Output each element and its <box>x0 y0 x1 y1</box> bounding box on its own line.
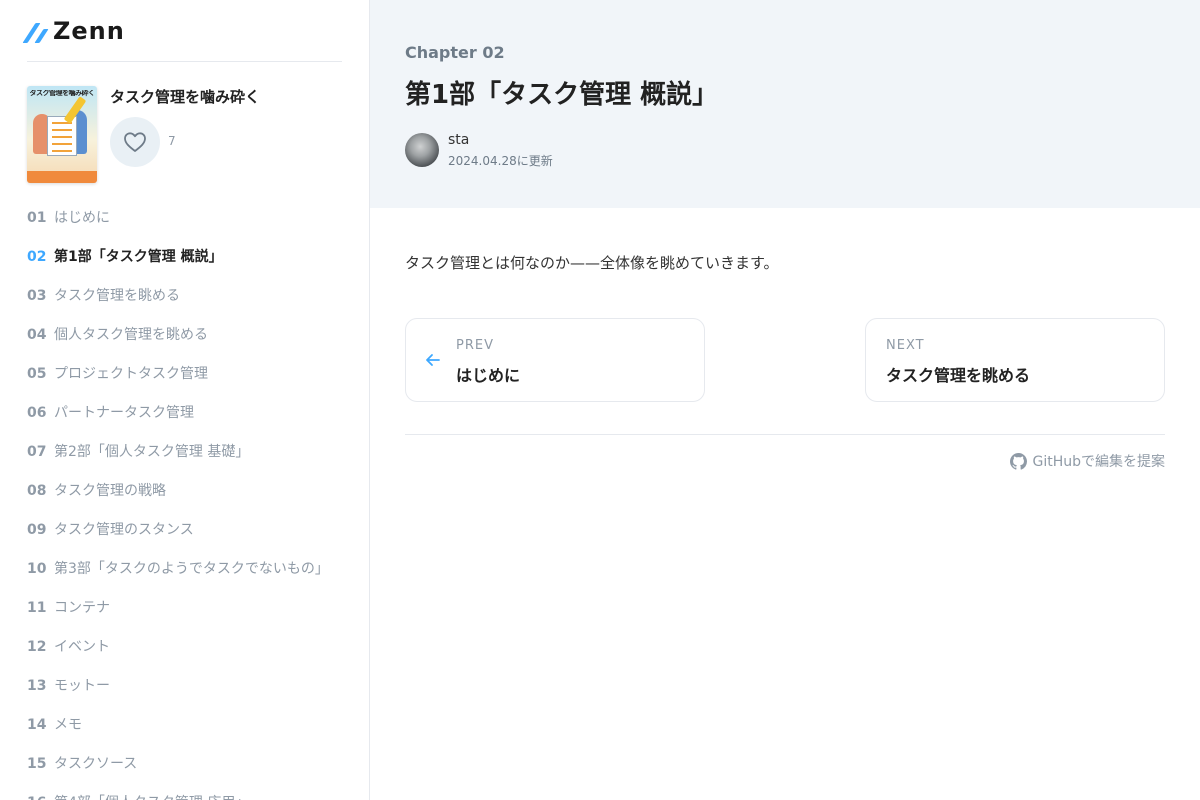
toc-item[interactable]: 11 コンテナ <box>27 589 357 628</box>
toc-item[interactable]: 14 メモ <box>27 706 357 745</box>
chapter-body: タスク管理とは何なのか——全体像を眺めていきます。 <box>405 254 779 272</box>
book-cover[interactable]: タスク管理を噛み砕く <box>27 86 97 183</box>
main-content: Chapter 02 第1部「タスク管理 概説」 sta 2024.04.28に… <box>370 0 1200 800</box>
toc-item-number: 15 <box>27 756 47 772</box>
github-edit-label: GitHubで編集を提案 <box>1032 454 1165 470</box>
zenn-logo[interactable]: Zenn <box>22 17 125 45</box>
toc-item[interactable]: 12 イベント <box>27 628 357 667</box>
next-chapter-link[interactable]: NEXT タスク管理を眺める <box>865 318 1165 402</box>
toc-item-number: 13 <box>27 678 47 694</box>
github-edit-link[interactable]: GitHubで編集を提案 <box>1010 451 1165 471</box>
toc-item-number: 04 <box>27 327 47 343</box>
toc-item-number: 05 <box>27 366 47 382</box>
toc-item-title: 第3部「タスクのようでタスクでないもの」 <box>54 561 329 577</box>
like-count: 7 <box>168 134 176 148</box>
book-cover-title: タスク管理を噛み砕く <box>29 90 96 97</box>
toc-item-number: 02 <box>27 249 47 265</box>
next-title: タスク管理を眺める <box>886 366 1031 385</box>
toc-item-number: 03 <box>27 288 47 304</box>
toc-item[interactable]: 10 第3部「タスクのようでタスクでないもの」 <box>27 550 357 589</box>
toc-item-number: 09 <box>27 522 47 538</box>
author-name[interactable]: sta <box>448 132 469 148</box>
toc-item[interactable]: 02 第1部「タスク管理 概説」 <box>27 238 357 277</box>
toc-item-title: 第4部「個人タスク管理 応用」 <box>54 784 249 800</box>
sidebar-divider <box>27 61 342 62</box>
toc-item-title: タスク管理を眺める <box>54 288 180 304</box>
chapter-number: Chapter 02 <box>405 43 505 62</box>
prev-chapter-link[interactable]: PREV はじめに <box>405 318 705 402</box>
toc-item-number: 16 <box>27 784 54 800</box>
toc-item-number: 08 <box>27 483 47 499</box>
zenn-logo-icon <box>22 21 49 43</box>
like-button[interactable] <box>110 117 160 167</box>
toc-item-title: タスク管理の戦略 <box>54 483 166 499</box>
chapter-header: Chapter 02 第1部「タスク管理 概説」 sta 2024.04.28に… <box>370 0 1200 208</box>
prev-title: はじめに <box>456 366 521 385</box>
toc-item-number: 06 <box>27 405 47 421</box>
table-of-contents: 01 はじめに 02 第1部「タスク管理 概説」 03 タスク管理を眺める 04 個人タスク管… <box>27 199 357 800</box>
toc-item-number: 14 <box>27 717 47 733</box>
toc-item-title: プロジェクトタスク管理 <box>54 366 208 382</box>
prev-label: PREV <box>456 338 494 353</box>
updated-date: 2024.04.28に更新 <box>448 154 553 168</box>
toc-item[interactable]: 03 タスク管理を眺める <box>27 277 357 316</box>
toc-item-number: 12 <box>27 639 47 655</box>
chapter-title: 第1部「タスク管理 概説」 <box>405 80 719 110</box>
toc-item[interactable]: 15 タスクソース <box>27 745 357 784</box>
book-info: タスク管理を噛み砕く タスク管理を噛み砕く 7 <box>27 86 342 184</box>
toc-item-title: イベント <box>54 639 110 655</box>
toc-item[interactable]: 16第4部「個人タスク管理 応用」 <box>27 784 357 800</box>
book-title[interactable]: タスク管理を噛み砕く <box>110 86 260 107</box>
toc-item-title: タスク管理のスタンス <box>54 522 194 538</box>
next-label: NEXT <box>886 338 925 353</box>
sidebar: Zenn タスク管理を噛み砕く タスク管理を噛み砕く 7 01 はじめに 02 第1部… <box>0 0 370 800</box>
toc-item-title: 第1部「タスク管理 概説」 <box>54 249 223 265</box>
toc-item[interactable]: 01 はじめに <box>27 199 357 238</box>
arrow-left-icon <box>426 354 440 366</box>
toc-item-title: 個人タスク管理を眺める <box>54 327 208 343</box>
toc-item-number: 10 <box>27 561 47 577</box>
toc-item[interactable]: 06 パートナータスク管理 <box>27 394 357 433</box>
toc-item-number: 01 <box>27 210 47 226</box>
toc-item-title: モットー <box>54 678 110 694</box>
toc-item[interactable]: 09 タスク管理のスタンス <box>27 511 357 550</box>
toc-item-number: 11 <box>27 600 47 616</box>
toc-item-title: コンテナ <box>54 600 110 616</box>
toc-item-title: はじめに <box>54 210 110 226</box>
toc-item-title: メモ <box>54 717 82 733</box>
zenn-logo-text: Zenn <box>53 17 125 45</box>
github-icon <box>1010 452 1028 470</box>
toc-item[interactable]: 07 第2部「個人タスク管理 基礎」 <box>27 433 357 472</box>
toc-item-title: タスクソース <box>54 756 138 772</box>
toc-item-title: 第2部「個人タスク管理 基礎」 <box>54 444 250 460</box>
toc-item[interactable]: 13 モットー <box>27 667 357 706</box>
toc-item-title: パートナータスク管理 <box>54 405 194 421</box>
toc-item[interactable]: 05 プロジェクトタスク管理 <box>27 355 357 394</box>
toc-item[interactable]: 04 個人タスク管理を眺める <box>27 316 357 355</box>
toc-item[interactable]: 08 タスク管理の戦略 <box>27 472 357 511</box>
author-avatar[interactable] <box>405 133 439 167</box>
toc-item-number: 07 <box>27 444 47 460</box>
heart-icon <box>124 132 146 152</box>
content-divider <box>405 434 1165 435</box>
